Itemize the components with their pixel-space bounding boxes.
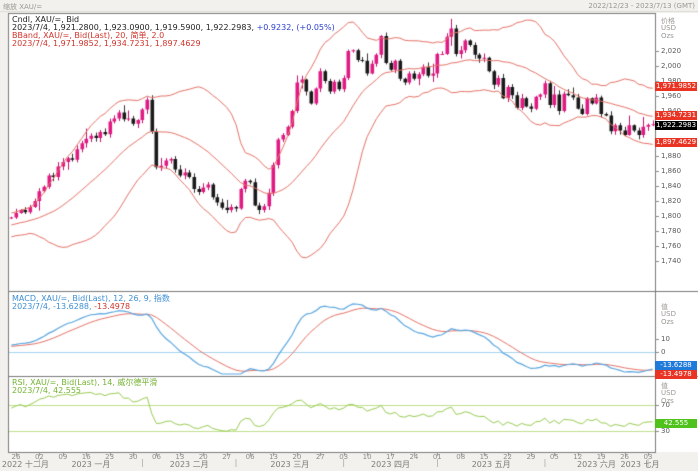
macd-value-badge: -13.6288 <box>655 361 697 370</box>
macd-signal-value: -13.4978 <box>94 302 130 311</box>
bband-lower-badge: 1,897.4629 <box>655 138 697 147</box>
rsi-value-badge: 42.555 <box>655 419 697 428</box>
main-legend: Cndl, XAU/=, Bid 2023/7/4, 1,921.2800, 1… <box>12 16 335 48</box>
price-chart-canvas[interactable] <box>0 0 698 471</box>
macd-axis-unit-currency: USD <box>661 310 676 318</box>
main-axis-unit-currency: USD <box>661 24 676 32</box>
macd-legend: MACD, XAU/=, Bid(Last), 12, 26, 9, 指数 20… <box>12 295 170 311</box>
chart-window: 缩放 XAU/= 2022/12/23 - 2023/7/13 (GMT) 2,… <box>0 0 698 471</box>
last-price-badge: 1,922.2983 <box>655 121 697 130</box>
change-values: +0.9232, (+0.05%) <box>257 23 335 32</box>
macd-signal-badge: -13.4978 <box>655 370 697 379</box>
main-axis-unit-measure: Ozs <box>661 32 674 40</box>
macd-axis-unit-measure: Ozs <box>661 318 674 326</box>
bband-mid-badge: 1,934.7231 <box>655 111 697 120</box>
macd-values-line: 2023/7/4, -13.6288, -13.4978 <box>12 303 170 311</box>
rsi-axis-unit-measure: Ozs <box>661 397 674 405</box>
bband-values: 2023/7/4, 1,971.9852, 1,934.7231, 1,897.… <box>12 40 335 48</box>
window-context-label: 缩放 XAU/= <box>3 2 42 12</box>
bband-upper-badge: 1,971.9852 <box>655 82 697 91</box>
macd-date: 2023/7/4, <box>12 302 50 311</box>
date-range-label: 2022/12/23 - 2023/7/13 (GMT) <box>588 2 695 10</box>
rsi-values-line: 2023/7/4, 42.555 <box>12 387 157 395</box>
rsi-axis-unit-currency: USD <box>661 389 676 397</box>
rsi-legend: RSI, XAU/=, Bid(Last), 14, 威尔德平滑 2023/7/… <box>12 379 157 395</box>
macd-value: -13.6288, <box>53 302 92 311</box>
